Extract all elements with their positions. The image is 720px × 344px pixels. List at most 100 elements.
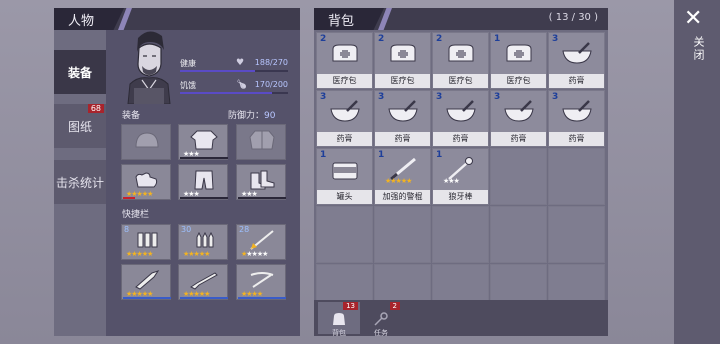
- shells-stars: ★★★★★: [126, 250, 153, 258]
- health-bar: [180, 70, 288, 72]
- hunger-value: 170/200: [254, 80, 288, 89]
- quickbar-slot-3[interactable]: 28 ★★★★★: [236, 224, 286, 260]
- item-count: 1: [436, 150, 443, 160]
- backpack-slot[interactable]: [548, 206, 605, 263]
- backpack-header: 背包 ( 13 / 30 ): [314, 8, 608, 30]
- item-stars: ★★★: [443, 177, 460, 185]
- item-count: 2: [378, 34, 385, 44]
- item-label: 医疗包: [491, 74, 546, 88]
- quest-key-icon: [374, 312, 388, 326]
- equipment-label: 装备: [122, 111, 141, 121]
- equip-slot-boots[interactable]: ★★★: [236, 164, 286, 200]
- backpack-slot[interactable]: 3 药膏: [374, 90, 431, 147]
- blueprints-badge: 68: [87, 104, 104, 113]
- footer-backpack-badge: 13: [343, 302, 358, 310]
- equip-slot-shirt[interactable]: ★★★: [178, 124, 228, 160]
- item-count: 3: [378, 92, 385, 102]
- backpack-slot[interactable]: [316, 206, 373, 263]
- item-count: 2: [436, 34, 443, 44]
- backpack-slot[interactable]: 3 药膏: [490, 90, 547, 147]
- item-label: 医疗包: [375, 74, 430, 88]
- tab-equipment[interactable]: 装备: [54, 50, 106, 94]
- backpack-slot[interactable]: 1 ★★★★★ 加强的警棍: [374, 148, 431, 205]
- quickbar-slot-1[interactable]: 8 ★★★★★: [121, 224, 171, 260]
- rifle-icon: [190, 272, 218, 290]
- footer-tab-quests[interactable]: 任务 2: [360, 302, 402, 337]
- backpack-slot[interactable]: 1 罐头: [316, 148, 373, 205]
- backpack-slot[interactable]: [490, 148, 547, 205]
- backpack-slot[interactable]: [374, 206, 431, 263]
- backpack-slot[interactable]: [548, 148, 605, 205]
- quickbar-slot-2[interactable]: 30 ★★★★★: [178, 224, 228, 260]
- tab-blueprints-label: 图纸: [67, 119, 92, 134]
- medkit-icon: [506, 44, 532, 62]
- item-stars: ★★★★★: [385, 177, 412, 185]
- defense-value: 90: [264, 111, 276, 121]
- backpack-slot[interactable]: [490, 206, 547, 263]
- shells-qty: 8: [124, 225, 130, 234]
- rifle-durability: [180, 297, 228, 299]
- item-label: 医疗包: [433, 74, 488, 88]
- close-label[interactable]: 关闭: [690, 36, 706, 62]
- can-icon: [332, 162, 358, 180]
- close-icon[interactable]: ✕: [684, 6, 702, 31]
- backpack-slot[interactable]: 2 医疗包: [316, 32, 373, 89]
- gloves-durability: [123, 197, 135, 199]
- mortar-icon: [562, 42, 592, 64]
- quickbar-slot-4[interactable]: ★★★★★: [121, 264, 171, 300]
- item-label: 加强的警棍: [375, 190, 430, 204]
- hunger-bar: [180, 92, 288, 94]
- mortar-icon: [562, 100, 592, 122]
- mortar-icon: [388, 100, 418, 122]
- item-count: 1: [320, 150, 327, 160]
- equip-slot-jacket[interactable]: [236, 124, 286, 160]
- item-count: 1: [494, 34, 501, 44]
- footer-quests-badge: 2: [389, 302, 400, 310]
- tab-equipment-label: 装备: [67, 65, 92, 80]
- shirt-durability: [180, 157, 228, 159]
- item-label: 药膏: [317, 132, 372, 146]
- equip-slot-helmet[interactable]: [121, 124, 171, 160]
- arrows-icon: [250, 230, 274, 250]
- health-label: 健康: [180, 59, 196, 68]
- item-label: 药膏: [549, 74, 604, 88]
- backpack-slot[interactable]: 3 药膏: [316, 90, 373, 147]
- backpack-slot[interactable]: [432, 206, 489, 263]
- item-label: 药膏: [491, 132, 546, 146]
- tab-blueprints[interactable]: 图纸 68: [54, 104, 106, 148]
- footer-tab-backpack[interactable]: 背包 13: [318, 302, 360, 337]
- backpack-slot[interactable]: 1 医疗包: [490, 32, 547, 89]
- backpack-slot[interactable]: 3 药膏: [548, 32, 605, 89]
- drumstick-icon: 🍗︎: [236, 80, 248, 90]
- knife-icon: [135, 270, 160, 290]
- gloves-icon: [135, 172, 158, 188]
- defense-label: 防御力：: [228, 111, 265, 121]
- backpack-count: ( 13 / 30 ): [548, 12, 598, 23]
- shirt-icon: [190, 130, 218, 150]
- heart-icon: ♥: [236, 58, 245, 68]
- backpack-slot[interactable]: 3 药膏: [432, 90, 489, 147]
- helmet-icon: [135, 132, 159, 148]
- item-label: 药膏: [433, 132, 488, 146]
- backpack-slot[interactable]: 2 医疗包: [374, 32, 431, 89]
- defense-stat: 防御力：90: [228, 108, 275, 121]
- item-label: 医疗包: [317, 74, 372, 88]
- medkit-icon: [448, 44, 474, 62]
- backpack-slot[interactable]: 1 ★★★ 狼牙棒: [432, 148, 489, 205]
- equip-slot-gloves[interactable]: ★★★★★: [121, 164, 171, 200]
- jacket-icon: [249, 130, 275, 150]
- backpack-slot[interactable]: 2 医疗包: [432, 32, 489, 89]
- backpack-grid: 2 医疗包 2 医疗包 2 医疗包 1 医疗包 3 药膏 3 药膏 3 药膏 3 药膏 3 药膏 3 药膏 1 罐头 1 ★★…: [316, 32, 606, 321]
- character-portrait: [127, 31, 171, 104]
- item-count: 3: [494, 92, 501, 102]
- equip-slot-pants[interactable]: ★★★: [178, 164, 228, 200]
- item-count: 3: [552, 92, 559, 102]
- pants-icon: [194, 170, 214, 190]
- health-value: 188/270: [254, 58, 288, 67]
- quickbar-slot-6[interactable]: ★★★★: [236, 264, 286, 300]
- tab-kill-stats[interactable]: 击杀统计: [54, 160, 106, 204]
- hunger-bar-fill: [180, 92, 272, 94]
- backpack-slot[interactable]: 3 药膏: [548, 90, 605, 147]
- quickbar-slot-5[interactable]: ★★★★★: [178, 264, 228, 300]
- quickbar-label: 快捷栏: [122, 210, 150, 220]
